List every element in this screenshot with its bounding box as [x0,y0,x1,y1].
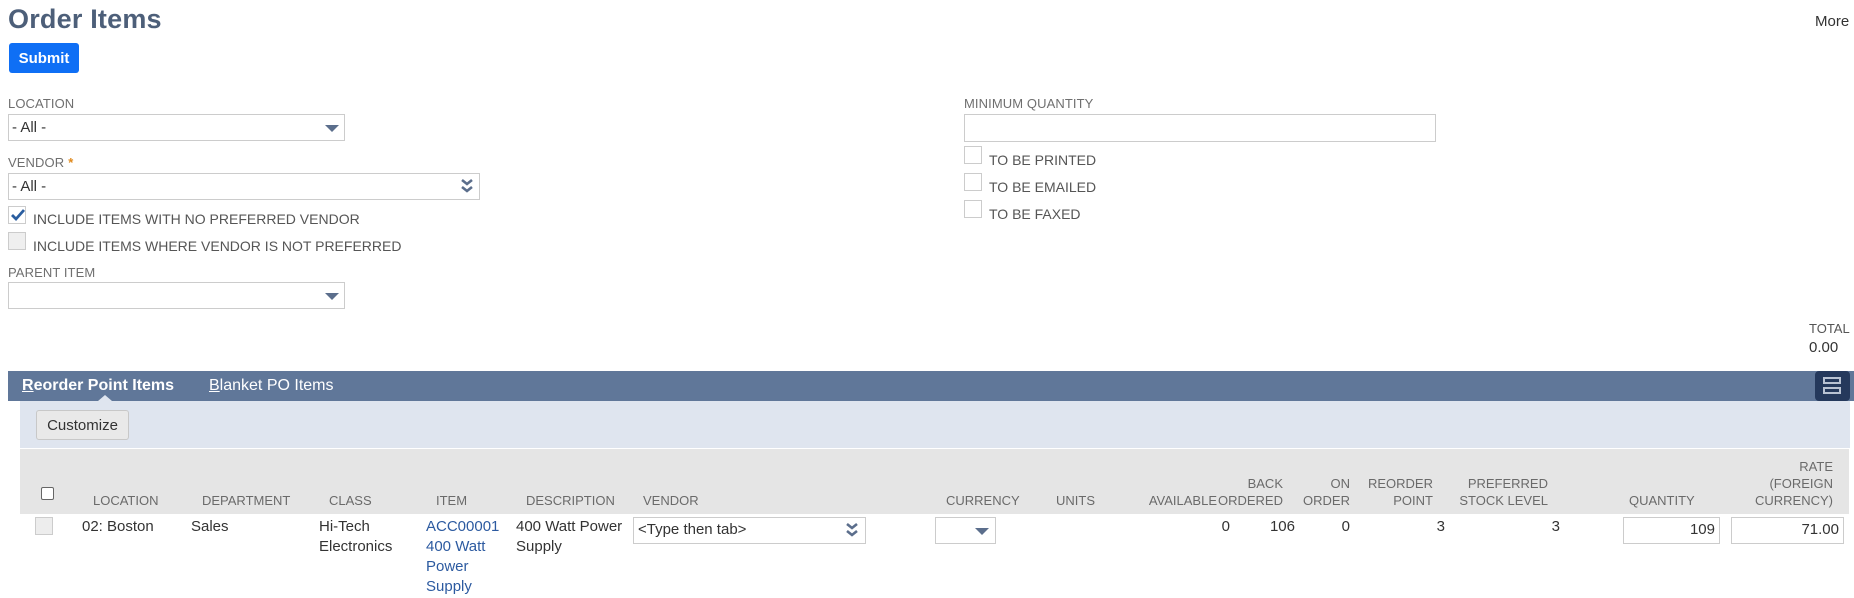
column-header-currency[interactable]: CURRENCY [946,492,1020,509]
minimum-quantity-input[interactable] [964,114,1436,142]
total-label: TOTAL [1809,321,1850,336]
header-line: RATE [1799,459,1833,474]
cell-line: Power [426,558,469,575]
column-header-on-order[interactable]: ON ORDER [1290,475,1350,509]
tab-label: lanket PO Items [219,377,334,394]
include-no-preferred-vendor-label: INCLUDE ITEMS WITH NO PREFERRED VENDOR [33,211,360,227]
customize-button[interactable]: Customize [36,410,129,440]
header-line: ORDERED [1217,493,1283,508]
to-be-faxed-checkbox[interactable] [964,200,982,218]
tab-access-key: R [22,377,34,394]
header-line: POINT [1393,493,1433,508]
double-chevron-down-icon [461,178,473,193]
vendor-label-text: VENDOR [8,155,65,170]
include-vendor-not-preferred-label: INCLUDE ITEMS WHERE VENDOR IS NOT PREFER… [33,238,402,254]
cell-description: 400 Watt Power Supply [516,517,622,557]
dropdown-arrow-icon [325,125,339,132]
row-quantity-input[interactable]: 109 [1623,517,1720,544]
to-be-emailed-label: TO BE EMAILED [989,179,1097,195]
column-header-rate[interactable]: RATE (FOREIGN CURRENCY) [1730,458,1833,509]
header-line: ON [1330,476,1351,491]
cell-available: 0 [1221,518,1230,535]
column-header-vendor[interactable]: VENDOR [643,492,699,509]
header-line: STOCK LEVEL [1459,493,1548,508]
vendor-select[interactable]: - All - [8,173,480,200]
tab-blanket-po-items[interactable]: Blanket PO Items [209,377,334,395]
submit-button[interactable]: Submit [9,43,79,73]
total-value: 0.00 [1809,339,1839,356]
header-line: ORDER [1303,493,1350,508]
cell-on-order: 0 [1341,518,1350,535]
cell-reorder-point: 3 [1436,518,1445,535]
include-no-preferred-vendor-checkbox[interactable] [8,206,26,224]
location-select-value: - All - [12,119,47,136]
cell-department: Sales [191,518,229,535]
row-quantity-value: 109 [1689,521,1715,538]
row-select-checkbox[interactable] [35,517,53,535]
row-currency-select[interactable] [935,517,996,544]
cell-line: ACC00001 [426,518,500,535]
minimum-quantity-label: MINIMUM QUANTITY [964,96,1094,111]
cell-preferred-stock-level: 3 [1551,518,1560,535]
layout-toggle-icon [1823,377,1841,384]
header-line: BACK [1247,476,1283,491]
tab-label: eorder Point Items [33,377,175,394]
row-rate-value: 71.00 [1801,521,1839,538]
cell-line: 400 Watt [426,538,486,555]
double-chevron-down-icon [846,522,858,537]
select-all-checkbox[interactable] [41,487,54,500]
more-menu-link[interactable]: More [1815,13,1849,30]
to-be-faxed-label: TO BE FAXED [989,206,1081,222]
cell-line: 400 Watt Power [516,518,623,535]
row-rate-input[interactable]: 71.00 [1731,517,1844,544]
checkmark-icon [11,209,26,222]
cell-line: Electronics [319,538,393,555]
column-header-department[interactable]: DEPARTMENT [202,492,290,509]
sublist-toolbar: Customize [20,401,1850,448]
cell-line: Hi-Tech [319,518,370,535]
layout-toggle-icon [1823,387,1841,394]
column-header-item[interactable]: ITEM [436,492,467,509]
tab-access-key: B [209,377,220,394]
cell-back-ordered: 106 [1269,518,1295,535]
sublist-tab-bar: Reorder Point Items Blanket PO Items [8,371,1854,401]
tab-reorder-point-items[interactable]: Reorder Point Items [22,377,174,395]
column-header-description[interactable]: DESCRIPTION [526,492,615,509]
column-header-quantity[interactable]: QUANTITY [1629,492,1695,509]
column-header-reorder-point[interactable]: REORDER POINT [1353,475,1433,509]
to-be-printed-label: TO BE PRINTED [989,152,1097,168]
cell-line: Supply [516,538,562,555]
header-line: (FOREIGN [1769,476,1833,491]
column-header-back-ordered[interactable]: BACK ORDERED [1203,475,1283,509]
include-vendor-not-preferred-checkbox[interactable] [8,232,26,250]
cell-line: Supply [426,578,472,595]
table-row: 02: Boston Sales Hi-Tech Electronics ACC… [20,515,1849,598]
dropdown-arrow-icon [325,293,339,300]
to-be-emailed-checkbox[interactable] [964,173,982,191]
location-select[interactable]: - All - [8,114,345,141]
header-line: CURRENCY) [1755,493,1833,508]
sublist-header: LOCATION DEPARTMENT CLASS ITEM DESCRIPTI… [20,449,1849,514]
to-be-printed-checkbox[interactable] [964,146,982,164]
layout-toggle-button[interactable] [1815,371,1850,401]
row-vendor-placeholder: <Type then tab> [638,521,747,538]
header-line: PREFERRED [1467,476,1548,491]
parent-item-label: PARENT ITEM [8,265,96,280]
cell-class: Hi-Tech Electronics [319,517,392,557]
vendor-label: VENDOR * [8,155,73,170]
parent-item-select[interactable] [8,282,345,309]
vendor-select-value: - All - [12,178,47,195]
column-header-preferred-stock-level[interactable]: PREFERRED STOCK LEVEL [1448,475,1548,509]
column-header-class[interactable]: CLASS [329,492,372,509]
required-icon: * [68,155,74,170]
cell-location: 02: Boston [82,518,154,535]
column-header-units[interactable]: UNITS [1056,492,1095,509]
row-vendor-input[interactable]: <Type then tab> [633,517,866,544]
column-header-location[interactable]: LOCATION [93,492,159,509]
header-line: REORDER [1367,476,1433,491]
cell-item-link[interactable]: ACC00001 400 Watt Power Supply [426,517,499,597]
dropdown-arrow-icon [975,528,989,535]
page-title: Order Items [8,4,162,34]
location-label: LOCATION [8,96,75,111]
